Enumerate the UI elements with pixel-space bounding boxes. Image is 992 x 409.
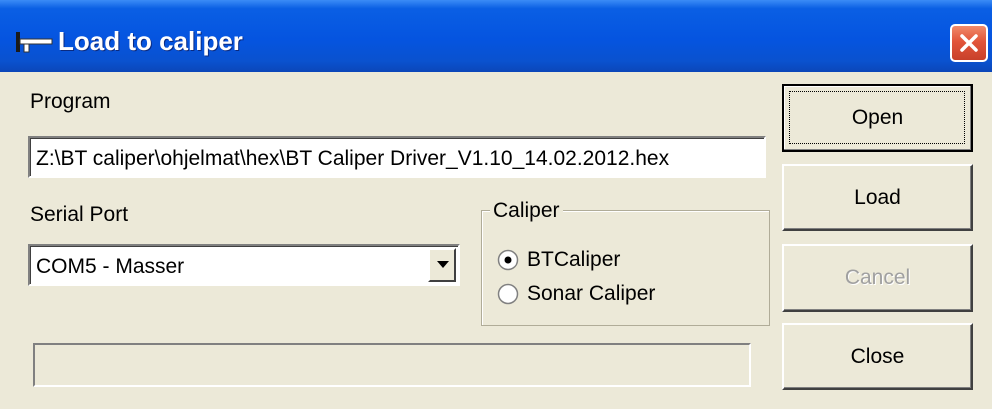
close-button-label: Close — [850, 344, 905, 368]
close-icon — [960, 34, 978, 52]
load-button[interactable]: Load — [782, 164, 973, 231]
caliper-icon — [14, 30, 54, 54]
chevron-down-icon — [437, 261, 449, 268]
radio-btcaliper[interactable] — [497, 249, 519, 271]
program-path-field[interactable]: Z:\BT caliper\ohjelmat\hex\BT Caliper Dr… — [28, 136, 766, 178]
radio-sonar-caliper[interactable] — [497, 283, 519, 305]
program-label: Program — [30, 90, 111, 113]
caliper-group-legend: Caliper — [490, 199, 563, 223]
caliper-groupbox — [481, 210, 770, 326]
window-close-button[interactable] — [950, 24, 988, 62]
window-title: Load to caliper — [58, 26, 243, 56]
serial-port-label: Serial Port — [30, 203, 129, 226]
close-button[interactable]: Close — [782, 323, 973, 390]
serial-port-selected: COM5 - Masser — [36, 255, 185, 278]
load-to-caliper-dialog: Load to caliper Program Z:\BT caliper\oh… — [0, 0, 992, 409]
serial-port-select[interactable]: COM5 - Masser — [28, 244, 460, 286]
radio-sonar-caliper-label[interactable]: Sonar Caliper — [527, 282, 655, 306]
serial-port-dropdown-button[interactable] — [428, 248, 456, 282]
progress-bar — [33, 343, 751, 387]
open-button[interactable]: Open — [782, 84, 973, 152]
load-button-label: Load — [854, 185, 901, 209]
focus-rectangle — [789, 91, 965, 144]
title-bar[interactable]: Load to caliper — [0, 0, 992, 72]
cancel-button-label: Cancel — [844, 266, 911, 289]
radio-btcaliper-label[interactable]: BTCaliper — [527, 248, 620, 272]
cancel-button[interactable]: Cancel — [782, 244, 973, 312]
